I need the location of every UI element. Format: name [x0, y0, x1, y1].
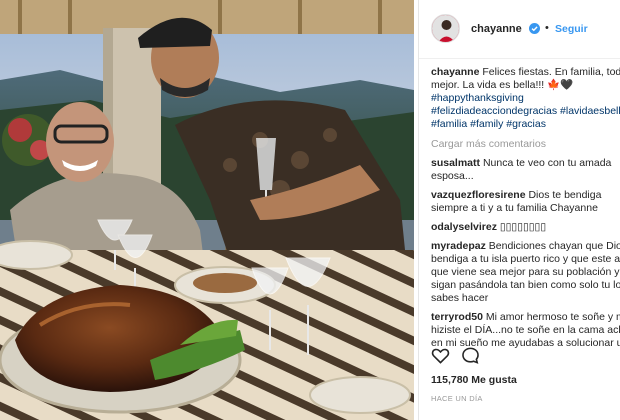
comment: vazquezfloresirene Dios te bendiga siemp…	[431, 189, 620, 215]
load-more-comments-link[interactable]: Cargar más comentarios	[431, 138, 620, 151]
comment-text: esposa...	[431, 170, 474, 182]
comment-text: Bendiciones chayan que Dios	[488, 240, 620, 252]
comment-text: Mi amor hermoso te soñe y me	[485, 311, 620, 323]
post-sidebar: chayanne • Seguir chayanne Felices fiest…	[418, 0, 620, 420]
avatar[interactable]	[431, 14, 460, 43]
likes-count[interactable]: 115,780 Me gusta	[431, 374, 517, 387]
separator-dot: •	[545, 22, 549, 34]
comment: myradepaz Bendiciones chayan que Dios be…	[431, 240, 620, 305]
comment-username[interactable]: odalyselvirez	[431, 221, 497, 233]
caption: chayanne Felices fiestas. En familia, to…	[431, 66, 620, 131]
comment: odalyselvirez ▯▯▯▯▯▯▯▯	[431, 221, 620, 234]
comment-username[interactable]: terryrod50	[431, 311, 483, 323]
header-username[interactable]: chayanne	[471, 23, 522, 36]
hashtag-link[interactable]: #familia	[431, 118, 467, 130]
comment: susalmatt Nunca te veo con tu amada espo…	[431, 157, 620, 183]
comment-text: Dios te bendiga	[528, 189, 602, 201]
hashtag-link[interactable]: #happythanksgiving	[431, 92, 524, 104]
caption-emoji: 🍁🖤	[547, 79, 574, 91]
post-timestamp: HACE UN DÍA	[431, 394, 483, 403]
heart-icon[interactable]	[431, 346, 450, 365]
caption-text-line1: Felices fiestas. En familia, todo es	[482, 66, 620, 78]
comment-text: en mi sueño me ayudabas a solucionar un	[431, 337, 620, 349]
comment-username[interactable]: myradepaz	[431, 240, 486, 252]
comment-text: sabes hacer	[431, 292, 489, 304]
photo-scene	[0, 0, 414, 420]
comment: terryrod50 Mi amor hermoso te soñe y me …	[431, 311, 620, 350]
comment-text: que viene sea mejor para su población y	[431, 266, 620, 278]
comment-text: bendiga a tu isla puerto rico y que este…	[431, 253, 620, 265]
comments-section: chayanne Felices fiestas. En familia, to…	[431, 66, 620, 350]
follow-button[interactable]: Seguir	[555, 23, 588, 36]
post-header: chayanne • Seguir	[419, 0, 620, 59]
verified-badge-icon	[529, 23, 540, 34]
comment-text: sigan pasándola tan bien como solo tu lo	[431, 279, 620, 291]
comment-text: Nunca te veo con tu amada	[482, 157, 612, 169]
hashtag-link[interactable]: #felizdiadeacciondegracias	[431, 105, 557, 117]
comment-text: ▯▯▯▯▯▯▯▯	[499, 221, 547, 233]
post-photo[interactable]	[0, 0, 414, 420]
comment-icon[interactable]	[461, 346, 480, 365]
caption-text-line2: mejor. La vida es bella!!!	[431, 79, 548, 91]
comment-text: hiziste el DÍA...no te soñe en la cama a…	[431, 324, 620, 336]
comment-username[interactable]: susalmatt	[431, 157, 480, 169]
comment-username[interactable]: vazquezfloresirene	[431, 189, 526, 201]
hashtag-link[interactable]: #family	[470, 118, 503, 130]
comment-text: siempre a ti y a tu familia Chayanne	[431, 202, 598, 214]
hashtag-link[interactable]: #lavidaesbella	[560, 105, 620, 117]
hashtag-link[interactable]: #gracias	[506, 118, 546, 130]
caption-username[interactable]: chayanne	[431, 66, 479, 78]
